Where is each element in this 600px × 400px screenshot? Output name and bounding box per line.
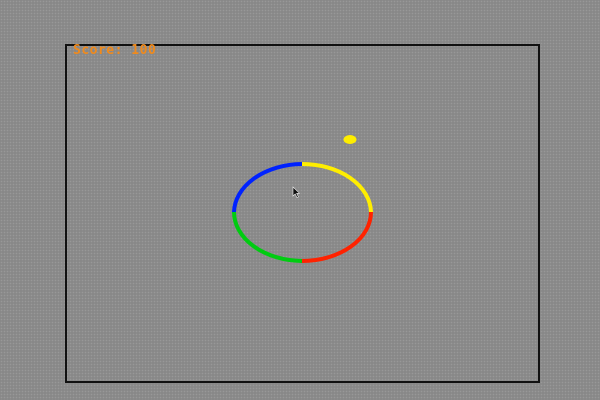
- green-segment: [232, 211, 303, 263]
- blue-segment: [232, 162, 303, 213]
- yellow-segment: [301, 162, 373, 213]
- mouse-pointer-icon: [292, 186, 301, 199]
- playfield: [232, 135, 373, 263]
- red-segment: [301, 211, 373, 263]
- ball: [343, 135, 357, 144]
- color-ring: [232, 162, 373, 263]
